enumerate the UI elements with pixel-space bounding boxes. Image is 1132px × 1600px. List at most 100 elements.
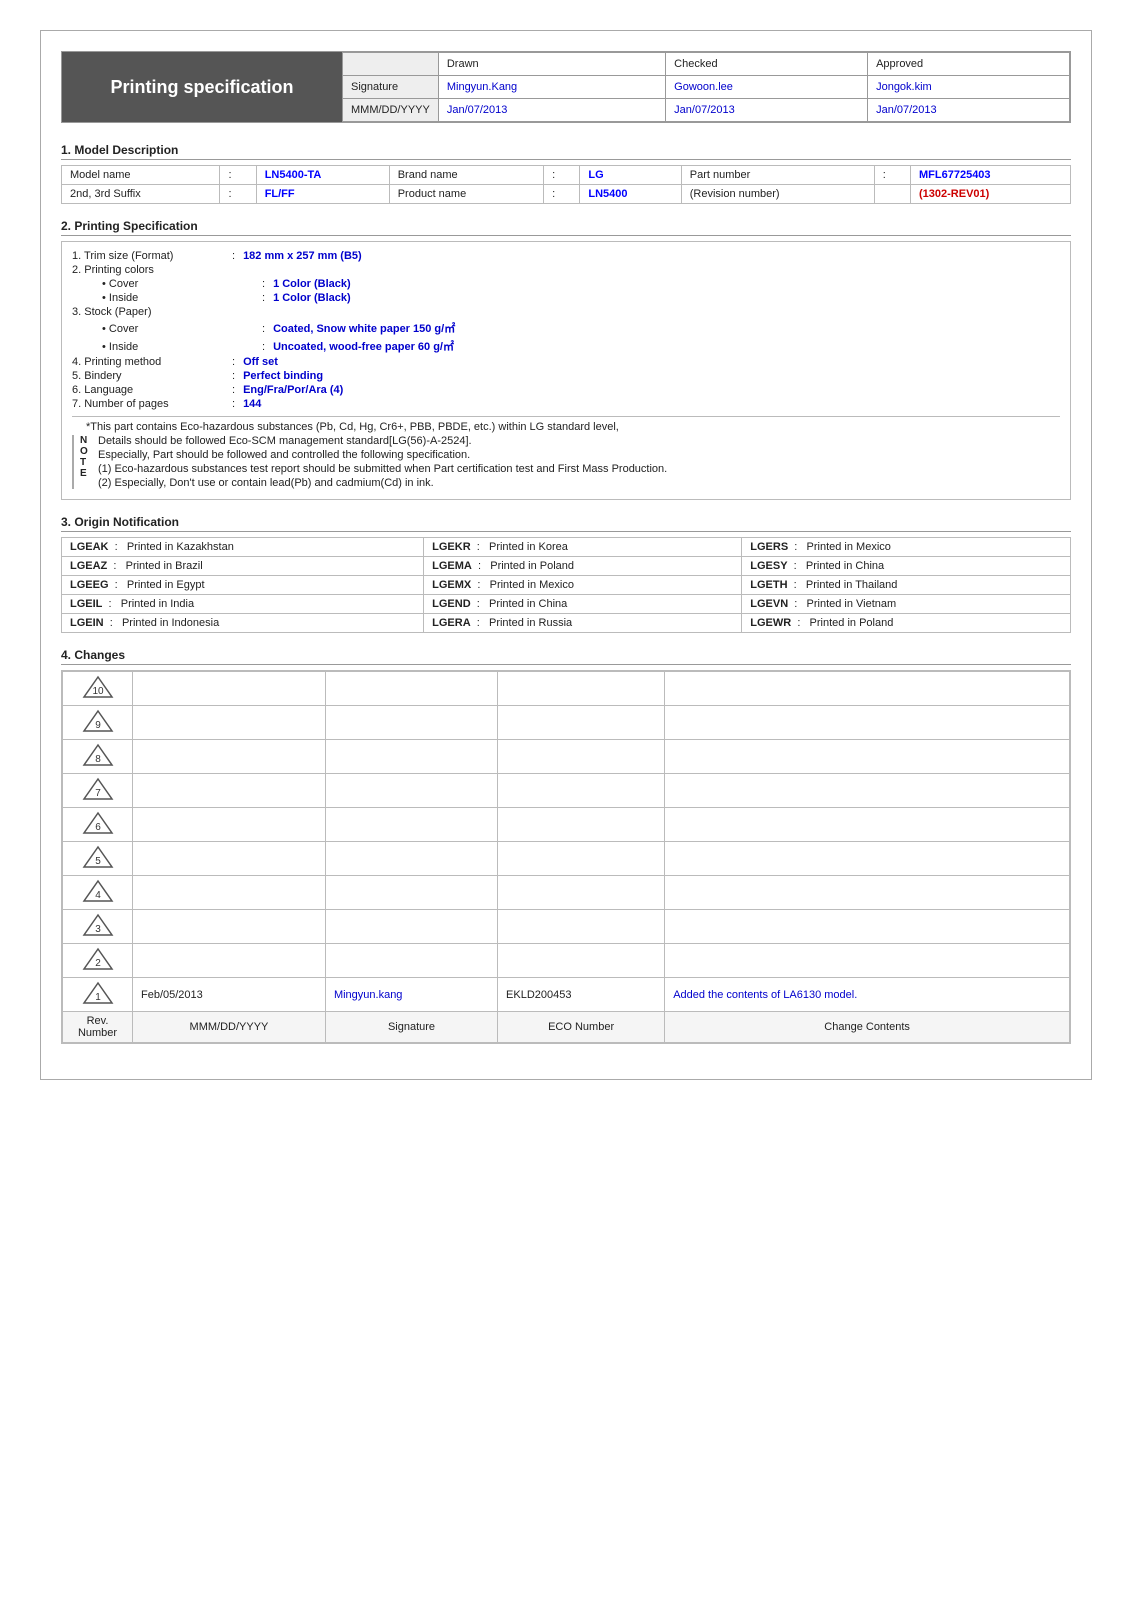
signature-cell xyxy=(325,842,497,876)
revision-colon xyxy=(874,185,910,204)
eco-cell xyxy=(498,740,665,774)
origin-lgewr: LGEWR : Printed in Poland xyxy=(742,614,1071,633)
header-approved-label: Approved xyxy=(868,53,1070,76)
footer-contents: Change Contents xyxy=(665,1012,1070,1043)
eco-cell xyxy=(498,706,665,740)
part-number-colon: : xyxy=(874,166,910,185)
origin-lgeeg: LGEEG : Printed in Egypt xyxy=(62,576,424,595)
origin-lgekr: LGEKR : Printed in Korea xyxy=(424,538,742,557)
signature-cell xyxy=(325,944,497,978)
note-4: (1) Eco-hazardous substances test report… xyxy=(98,463,667,475)
svg-text:7: 7 xyxy=(95,788,101,799)
contents-cell xyxy=(665,672,1070,706)
note-3: Especially, Part should be followed and … xyxy=(98,449,667,461)
document-title: Printing specification xyxy=(62,52,342,122)
changes-row: 8 xyxy=(63,740,1070,774)
origin-lgend: LGEND : Printed in China xyxy=(424,595,742,614)
section2-title: 2. Printing Specification xyxy=(61,219,1071,236)
spec-item-7: 7. Number of pages : 144 xyxy=(72,398,1060,410)
footer-eco: ECO Number xyxy=(498,1012,665,1043)
header-empty-cell xyxy=(343,53,439,76)
contents-cell xyxy=(665,910,1070,944)
contents-cell: Added the contents of LA6130 model. xyxy=(665,978,1070,1012)
rev-cell: 5 xyxy=(63,842,133,876)
signature-cell: Mingyun.kang xyxy=(325,978,497,1012)
product-name-label: Product name xyxy=(389,185,543,204)
spec-item-3-cover: • Cover : Coated, Snow white paper 150 g… xyxy=(72,320,1060,336)
note-1: Details should be followed Eco-SCM manag… xyxy=(98,435,667,447)
eco-cell: EKLD200453 xyxy=(498,978,665,1012)
contents-cell xyxy=(665,876,1070,910)
date-cell xyxy=(133,944,326,978)
suffix-label: 2nd, 3rd Suffix xyxy=(62,185,220,204)
product-name-value: LN5400 xyxy=(580,185,681,204)
svg-text:10: 10 xyxy=(92,686,104,697)
contents-cell xyxy=(665,808,1070,842)
date-cell: Feb/05/2013 xyxy=(133,978,326,1012)
contents-cell xyxy=(665,740,1070,774)
page: Printing specification Drawn Checked App… xyxy=(40,30,1092,1080)
contents-cell xyxy=(665,774,1070,808)
header-approval-table: Drawn Checked Approved Signature Mingyun… xyxy=(342,52,1070,122)
section-changes: 4. Changes 10 9 8 7 6 5 4 3 2 1 Feb/05/2… xyxy=(61,648,1071,1044)
svg-text:8: 8 xyxy=(95,754,101,765)
header-drawn-signature: Mingyun.Kang xyxy=(438,76,665,99)
eco-cell xyxy=(498,910,665,944)
spec-item-3: 3. Stock (Paper) xyxy=(72,306,1060,318)
model-table: Model name : LN5400-TA Brand name : LG P… xyxy=(61,165,1071,204)
origin-row-4: LGEIN : Printed in Indonesia LGERA : Pri… xyxy=(62,614,1071,633)
date-cell xyxy=(133,672,326,706)
section4-title: 4. Changes xyxy=(61,648,1071,665)
svg-text:1: 1 xyxy=(95,992,101,1003)
eco-cell xyxy=(498,672,665,706)
rev-cell: 8 xyxy=(63,740,133,774)
spec-item-5: 5. Bindery : Perfect binding xyxy=(72,370,1060,382)
changes-row: 4 xyxy=(63,876,1070,910)
brand-name-value: LG xyxy=(580,166,681,185)
origin-row-3: LGEIL : Printed in India LGEND : Printed… xyxy=(62,595,1071,614)
date-cell xyxy=(133,706,326,740)
header-drawn-date: Jan/07/2013 xyxy=(438,99,665,122)
date-cell xyxy=(133,808,326,842)
origin-lgera: LGERA : Printed in Russia xyxy=(424,614,742,633)
part-number-label: Part number xyxy=(681,166,874,185)
rev-cell: 10 xyxy=(63,672,133,706)
model-name-value: LN5400-TA xyxy=(256,166,389,185)
spec-box: 1. Trim size (Format) : 182 mm x 257 mm … xyxy=(61,241,1071,500)
changes-box: 10 9 8 7 6 5 4 3 2 1 Feb/05/2013Mingyun.… xyxy=(61,670,1071,1044)
brand-name-colon: : xyxy=(544,166,580,185)
origin-lgeil: LGEIL : Printed in India xyxy=(62,595,424,614)
signature-cell xyxy=(325,706,497,740)
model-name-label: Model name xyxy=(62,166,220,185)
changes-row: 9 xyxy=(63,706,1070,740)
origin-lgeth: LGETH : Printed in Thailand xyxy=(742,576,1071,595)
model-row-2: 2nd, 3rd Suffix : FL/FF Product name : L… xyxy=(62,185,1071,204)
footer-date: MMM/DD/YYYY xyxy=(133,1012,326,1043)
changes-table: 10 9 8 7 6 5 4 3 2 1 Feb/05/2013Mingyun.… xyxy=(62,671,1070,1043)
changes-row: 2 xyxy=(63,944,1070,978)
origin-row-1: LGEAZ : Printed in Brazil LGEMA : Printe… xyxy=(62,557,1071,576)
changes-row: 5 xyxy=(63,842,1070,876)
date-cell xyxy=(133,910,326,944)
spec-item-2-cover: • Cover : 1 Color (Black) xyxy=(72,278,1060,290)
brand-name-label: Brand name xyxy=(389,166,543,185)
changes-row: 7 xyxy=(63,774,1070,808)
footer-sig: Signature xyxy=(325,1012,497,1043)
changes-row: 1 Feb/05/2013Mingyun.kangEKLD200453Added… xyxy=(63,978,1070,1012)
header-approved-date: Jan/07/2013 xyxy=(868,99,1070,122)
signature-cell xyxy=(325,808,497,842)
suffix-colon: : xyxy=(220,185,256,204)
section1-title: 1. Model Description xyxy=(61,143,1071,160)
part-number-value: MFL67725403 xyxy=(911,166,1071,185)
spec-item-3-inside: • Inside : Uncoated, wood-free paper 60 … xyxy=(72,338,1060,354)
footer-rev: Rev. Number xyxy=(63,1012,133,1043)
date-cell xyxy=(133,774,326,808)
model-row-1: Model name : LN5400-TA Brand name : LG P… xyxy=(62,166,1071,185)
origin-lgevn: LGEVN : Printed in Vietnam xyxy=(742,595,1071,614)
signature-cell xyxy=(325,740,497,774)
origin-lgesy: LGESY : Printed in China xyxy=(742,557,1071,576)
origin-lgema: LGEMA : Printed in Poland xyxy=(424,557,742,576)
rev-cell: 6 xyxy=(63,808,133,842)
header-checked-label: Checked xyxy=(666,53,868,76)
eco-cell xyxy=(498,842,665,876)
